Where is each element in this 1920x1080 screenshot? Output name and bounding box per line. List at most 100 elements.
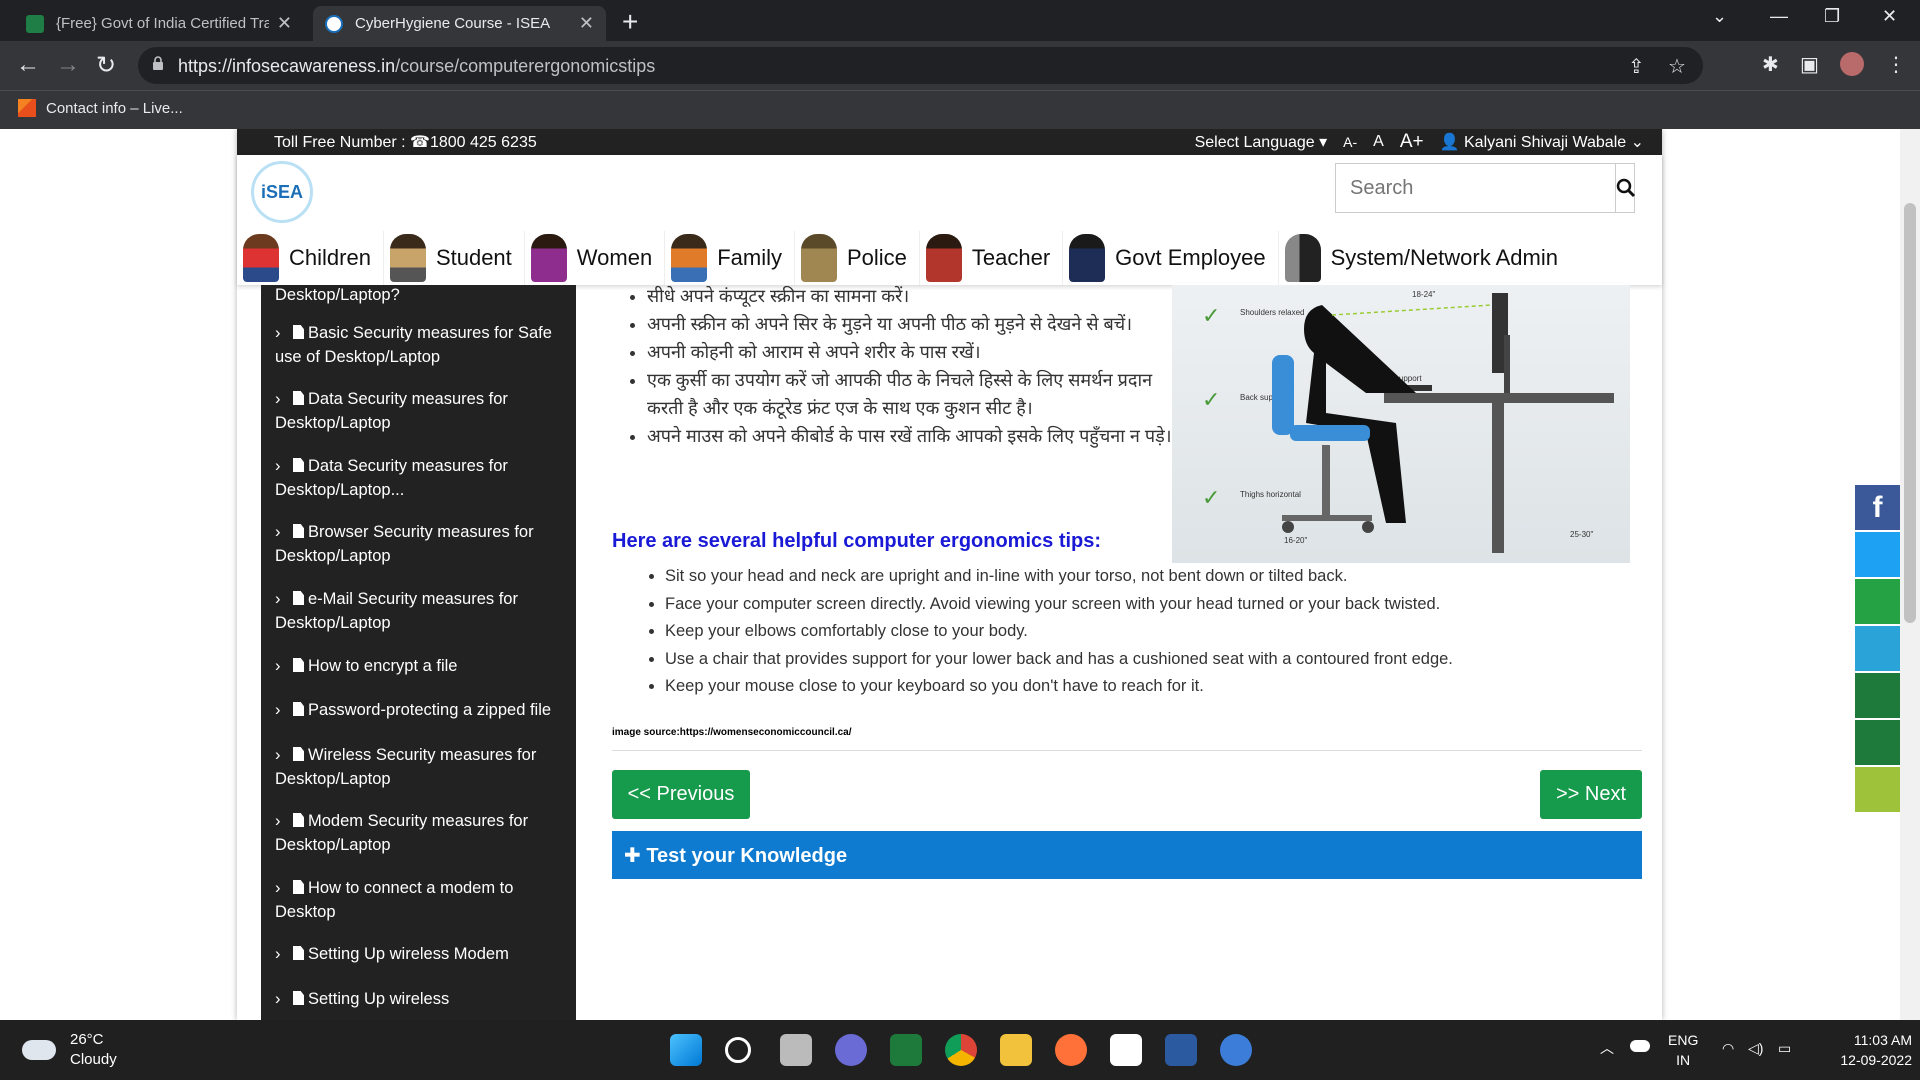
new-tab-icon[interactable]: +: [622, 6, 638, 38]
minimize-icon[interactable]: —: [1770, 6, 1788, 27]
onedrive-icon[interactable]: [1630, 1040, 1650, 1052]
document-icon: [293, 813, 304, 827]
close-window-icon[interactable]: ✕: [1882, 6, 1897, 27]
profile-avatar[interactable]: [1840, 52, 1864, 76]
font-increase-button[interactable]: A+: [1400, 131, 1424, 153]
menu-family[interactable]: Family: [665, 231, 795, 285]
bookmark-star-icon[interactable]: ☆: [1668, 54, 1686, 79]
forward-icon[interactable]: →: [56, 51, 80, 79]
firefox-icon[interactable]: [1055, 1034, 1087, 1066]
search-button[interactable]: [1615, 164, 1636, 212]
excel-icon[interactable]: [890, 1034, 922, 1066]
search-input[interactable]: [1336, 164, 1615, 212]
lesson-content: सीधे अपने कंप्यूटर स्क्रीन का सामना करें…: [612, 285, 1647, 1020]
sidebar-item[interactable]: › Basic Security measures for Safe use of…: [275, 321, 575, 369]
teacher-icon: [925, 234, 962, 282]
menu-teacher[interactable]: Teacher: [920, 231, 1064, 285]
sidebar-item[interactable]: › Setting Up wireless: [275, 987, 575, 1011]
sidebar-item[interactable]: › How to connect a modem to Desktop: [275, 876, 575, 924]
font-decrease-button[interactable]: A-: [1343, 134, 1357, 150]
sidebar-item[interactable]: › e-Mail Security measures for Desktop/La…: [275, 587, 575, 635]
top-info-strip: Toll Free Number : ☎1800 425 6235 Select…: [237, 129, 1662, 155]
reload-icon[interactable]: ↻: [96, 51, 116, 80]
notes-app-icon[interactable]: [1110, 1034, 1142, 1066]
chevron-right-icon: ›: [275, 457, 281, 475]
clock[interactable]: 11:03 AM 12-09-2022: [1812, 1030, 1912, 1070]
battery-icon[interactable]: ▭: [1778, 1038, 1791, 1058]
facebook-icon[interactable]: f: [1855, 485, 1900, 530]
app-icon[interactable]: [1220, 1034, 1252, 1066]
menu-label: Teacher: [971, 245, 1051, 270]
menu-student[interactable]: Student: [384, 231, 525, 285]
task-view-icon[interactable]: [780, 1034, 812, 1066]
bookmark-contact-info[interactable]: Contact info – Live...: [18, 99, 183, 117]
document-icon: [293, 991, 304, 1005]
weather-widget[interactable]: 26°C Cloudy: [22, 1030, 117, 1070]
tips-list: Sit so your head and neck are upright an…: [647, 567, 1453, 705]
page-scrollbar[interactable]: [1900, 129, 1920, 1020]
tip-item: Keep your mouse close to your keyboard s…: [665, 677, 1453, 705]
address-bar[interactable]: https://infosecawareness.in/course/compu…: [138, 47, 1703, 84]
tab-cyberhygiene[interactable]: CyberHygiene Course - ISEA ✕: [313, 6, 606, 41]
sidebar-item[interactable]: › Modem Security measures for Desktop/Lap…: [275, 809, 575, 857]
chevron-right-icon: ›: [275, 324, 281, 342]
tab-govt-training[interactable]: {Free} Govt of India Certified Trai ✕: [14, 6, 304, 41]
chrome-menu-icon[interactable]: ⋮: [1886, 52, 1906, 77]
font-normal-button[interactable]: A: [1373, 133, 1384, 151]
test-knowledge-accordion[interactable]: ✚ Test your Knowledge: [612, 831, 1642, 879]
previous-button[interactable]: << Previous: [612, 770, 750, 819]
sidebar-item[interactable]: Desktop/Laptop?: [275, 285, 575, 307]
user-menu[interactable]: 👤 Kalyani Shivaji Wabale ⌄: [1440, 132, 1644, 152]
language-code: ENG: [1668, 1032, 1699, 1048]
volume-icon[interactable]: ◁): [1748, 1038, 1763, 1058]
temperature: 26°C: [70, 1031, 104, 1048]
share-icon[interactable]: ⇪: [1628, 54, 1645, 79]
close-tab-icon[interactable]: ✕: [277, 13, 292, 34]
search-icon[interactable]: [725, 1037, 751, 1063]
teams-chat-icon[interactable]: [835, 1034, 867, 1066]
address-row: ← → ↻ https://infosecawareness.in/course…: [0, 41, 1920, 90]
next-button[interactable]: >> Next: [1540, 770, 1642, 819]
start-icon[interactable]: [670, 1034, 702, 1066]
scrollbar-thumb[interactable]: [1904, 203, 1916, 623]
sidebar-item[interactable]: › How to encrypt a file: [275, 654, 575, 678]
restore-icon[interactable]: ❐: [1824, 6, 1840, 27]
telegram-icon[interactable]: [1855, 626, 1900, 671]
extensions-icon[interactable]: ✱: [1762, 52, 1779, 77]
whatsapp-icon[interactable]: [1855, 579, 1900, 624]
select-language-dropdown[interactable]: Select Language ▾: [1195, 132, 1328, 152]
sidebar-item[interactable]: › Data Security measures for Desktop/Lapt…: [275, 387, 575, 435]
wifi-icon[interactable]: ◠: [1722, 1038, 1734, 1058]
menu-police[interactable]: Police: [795, 231, 920, 285]
sidebar-item[interactable]: › Setting Up wireless Modem: [275, 942, 575, 966]
menu-women[interactable]: Women: [525, 231, 666, 285]
newsletter-icon[interactable]: [1855, 720, 1900, 765]
isea-logo[interactable]: iSEA: [251, 161, 313, 223]
back-icon[interactable]: ←: [16, 51, 40, 79]
sidebar-item[interactable]: › Data Security measures for Desktop/Lapt…: [275, 454, 575, 502]
document-icon: [293, 391, 304, 405]
powershell-icon[interactable]: [1165, 1034, 1197, 1066]
chrome-icon[interactable]: [945, 1034, 977, 1066]
chevron-right-icon: ›: [275, 590, 281, 608]
svg-text:✓: ✓: [1202, 303, 1220, 328]
sidebar-item-label: How to connect a modem to Desktop: [275, 879, 514, 921]
register-icon[interactable]: [1855, 767, 1900, 812]
sidebar-item-label: Browser Security measures for Desktop/La…: [275, 523, 534, 565]
menu-system-admin[interactable]: System/Network Admin: [1279, 231, 1570, 285]
sidebar-item[interactable]: › Wireless Security measures for Desktop/…: [275, 743, 575, 791]
menu-govt-employee[interactable]: Govt Employee: [1063, 231, 1279, 285]
close-tab-icon[interactable]: ✕: [579, 13, 594, 34]
side-panel-icon[interactable]: ▣: [1800, 52, 1819, 77]
language-indicator[interactable]: ENG IN: [1668, 1030, 1698, 1070]
file-explorer-icon[interactable]: [1000, 1034, 1032, 1066]
feedback-icon[interactable]: [1855, 673, 1900, 718]
menu-children[interactable]: Children: [237, 231, 384, 285]
sidebar-item[interactable]: › Password-protecting a zipped file: [275, 698, 575, 722]
lock-icon: [153, 56, 163, 70]
sidebar-item[interactable]: › Browser Security measures for Desktop/L…: [275, 520, 575, 568]
tab-search-icon[interactable]: ⌄: [1712, 6, 1727, 27]
show-hidden-icons-icon[interactable]: ︿: [1600, 1038, 1614, 1058]
twitter-icon[interactable]: [1855, 532, 1900, 577]
hindi-tip: एक कुर्सी का उपयोग करें जो आपकी पीठ के न…: [647, 366, 1187, 422]
